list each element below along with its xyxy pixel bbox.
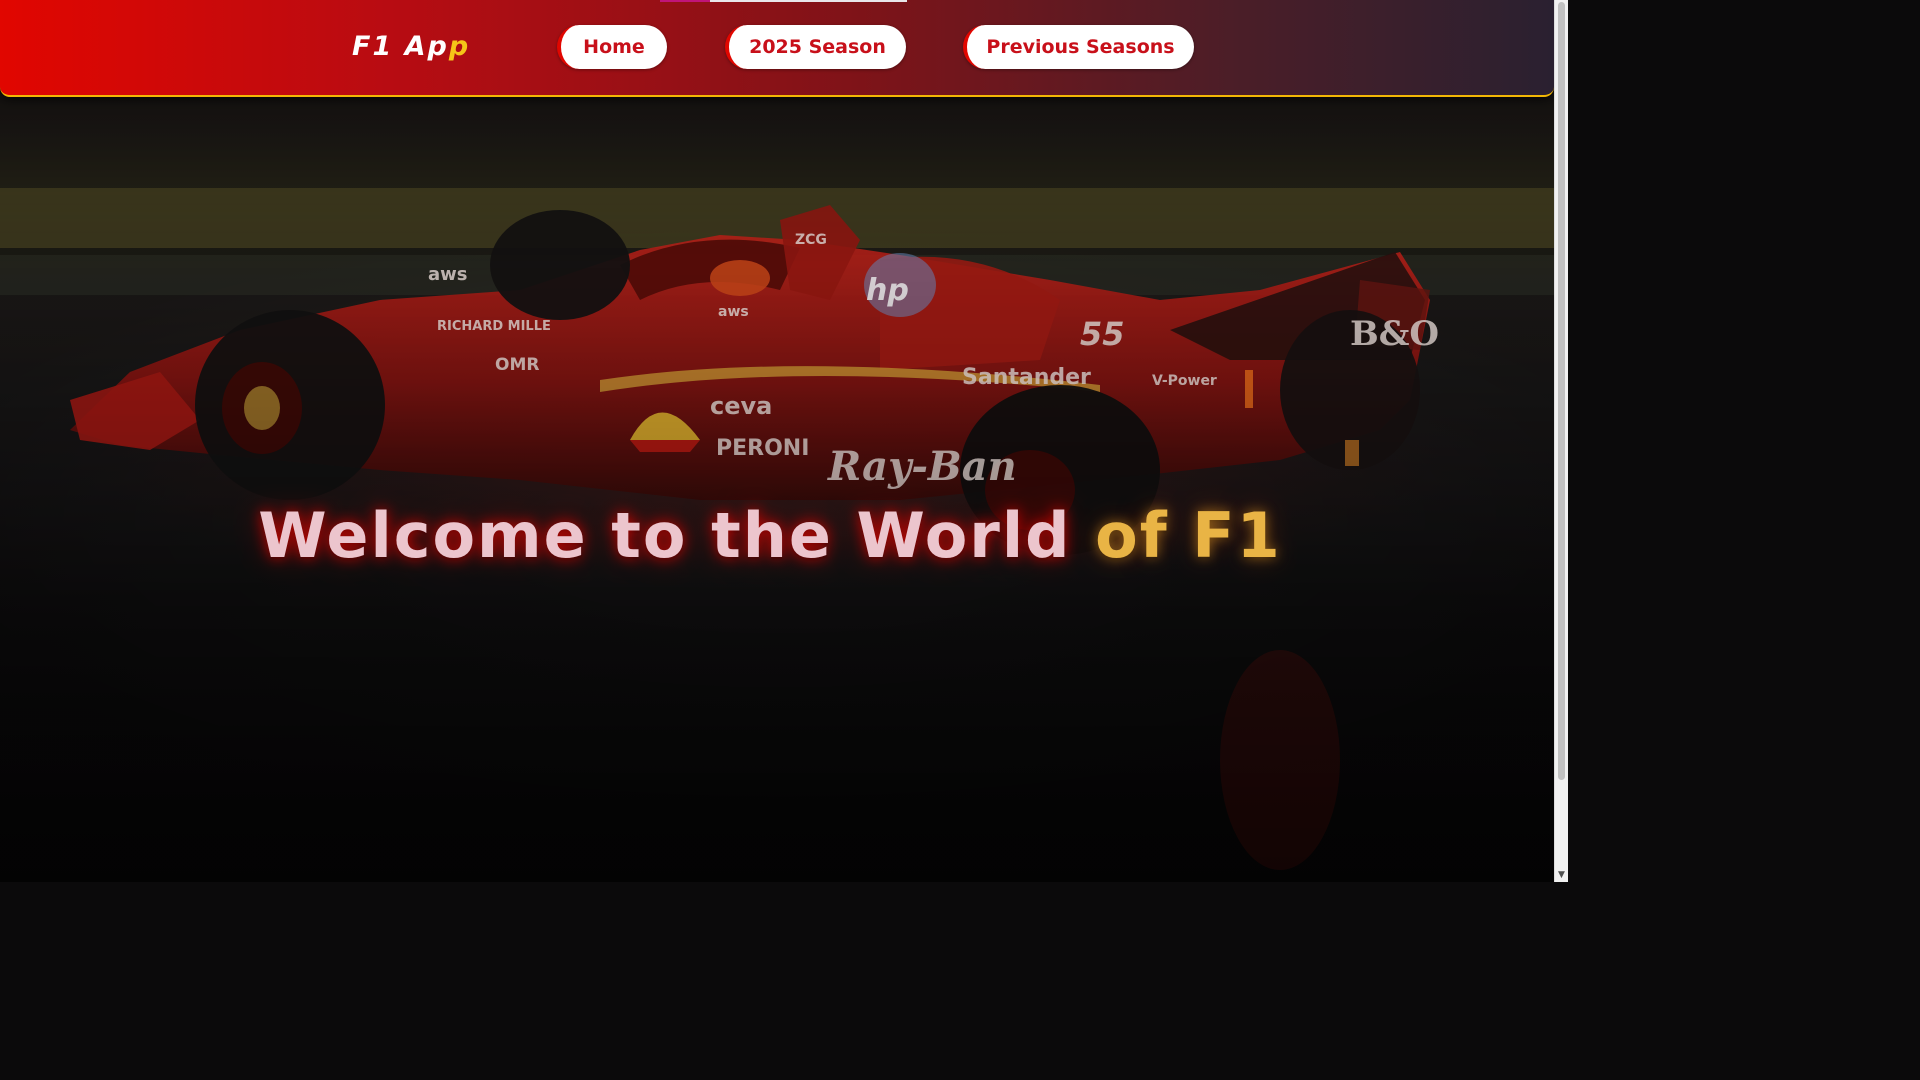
logo-text: F1 Ap [352, 31, 449, 62]
season-2025-button[interactable]: 2025 Season [725, 25, 906, 69]
page: RICHARD MILLE ceva PERONI Ray-Ban Santan… [0, 0, 1568, 882]
app-logo[interactable]: F1 App [352, 31, 470, 62]
top-accent-magenta [660, 0, 710, 2]
scroll-down-arrow-icon[interactable]: ▼ [1557, 871, 1566, 880]
previous-seasons-button[interactable]: Previous Seasons [963, 25, 1194, 69]
hero-background: RICHARD MILLE ceva PERONI Ray-Ban Santan… [0, 0, 1554, 882]
hero-overlay [0, 0, 1554, 882]
logo-accent-text: p [448, 31, 471, 62]
top-navbar: F1 App Home 2025 Season Previous Seasons [0, 0, 1554, 97]
scrollbar-thumb[interactable] [1558, 2, 1565, 780]
home-button[interactable]: Home [557, 25, 667, 69]
top-accent-white [710, 0, 907, 2]
welcome-headline: Welcome to the World of F1 [0, 498, 1540, 574]
vertical-scrollbar[interactable]: ▼ [1554, 0, 1568, 882]
headline-accent: of F1 [1095, 499, 1282, 572]
headline-main: Welcome to the World [258, 499, 1096, 572]
